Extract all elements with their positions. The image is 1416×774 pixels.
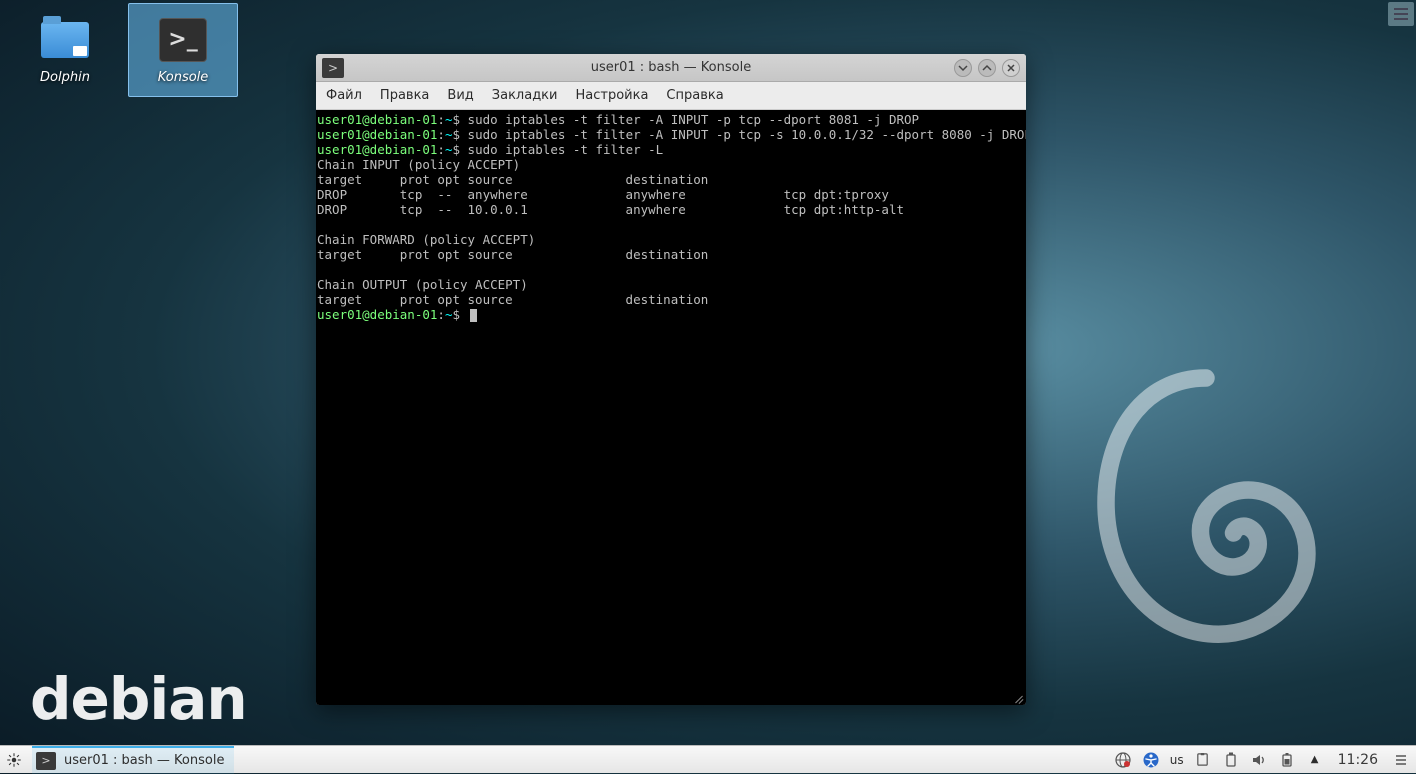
keyboard-layout-indicator[interactable]: us (1170, 753, 1184, 767)
debian-wordmark: debian (30, 665, 247, 733)
taskbar: > user01 : bash — Konsole us ▲ 11:26 (0, 745, 1416, 773)
menu-settings[interactable]: Настройка (575, 88, 648, 103)
system-tray: us ▲ 11:26 (1114, 746, 1416, 773)
resize-grip[interactable] (1010, 689, 1024, 703)
terminal-icon: > (36, 752, 56, 770)
folder-icon (39, 16, 91, 64)
desktop-icon-konsole[interactable]: >_ Konsole (128, 3, 238, 97)
tray-expand-icon[interactable]: ▲ (1306, 751, 1324, 769)
panel-menu-icon[interactable] (1392, 751, 1410, 769)
menu-view[interactable]: Вид (447, 88, 473, 103)
desktop-icon-label: Dolphin (40, 70, 90, 85)
network-icon[interactable] (1114, 751, 1132, 769)
debian-swirl-logo (1076, 353, 1336, 653)
minimize-button[interactable] (954, 59, 972, 77)
terminal-icon: >_ (157, 16, 209, 64)
menubar: Файл Правка Вид Закладки Настройка Справ… (316, 82, 1026, 110)
menu-help[interactable]: Справка (666, 88, 723, 103)
close-button[interactable] (1002, 59, 1020, 77)
terminal-output[interactable]: user01@debian-01:~$ sudo iptables -t fil… (316, 110, 1026, 705)
clock[interactable]: 11:26 (1334, 752, 1382, 768)
window-titlebar[interactable]: > user01 : bash — Konsole (316, 54, 1026, 82)
clipboard-icon[interactable] (1194, 751, 1212, 769)
desktop-icon-dolphin[interactable]: Dolphin (10, 3, 120, 97)
volume-icon[interactable] (1250, 751, 1268, 769)
desktop-menu-button[interactable] (1388, 2, 1414, 26)
taskbar-item-konsole[interactable]: > user01 : bash — Konsole (32, 746, 234, 774)
taskbar-item-label: user01 : bash — Konsole (64, 753, 224, 768)
battery-icon[interactable] (1278, 751, 1296, 769)
desktop-icons: Dolphin >_ Konsole (10, 3, 238, 97)
menu-file[interactable]: Файл (326, 88, 362, 103)
window-title: user01 : bash — Konsole (316, 60, 1026, 75)
desktop-icon-label: Konsole (158, 70, 209, 85)
application-launcher[interactable] (0, 746, 28, 774)
menu-bookmarks[interactable]: Закладки (492, 88, 558, 103)
menu-edit[interactable]: Правка (380, 88, 429, 103)
accessibility-icon[interactable] (1142, 751, 1160, 769)
removable-device-icon[interactable] (1222, 751, 1240, 769)
konsole-window: > user01 : bash — Konsole Файл Правка Ви… (316, 54, 1026, 705)
maximize-button[interactable] (978, 59, 996, 77)
window-app-icon: > (322, 58, 344, 78)
